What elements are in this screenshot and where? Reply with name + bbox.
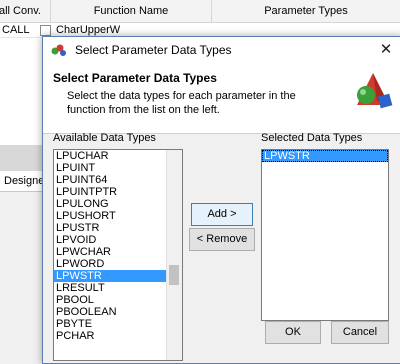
close-button[interactable]: ✕ [375,39,397,61]
list-item[interactable]: LPUINT [54,162,182,174]
list-item[interactable]: LPUINTPTR [54,186,182,198]
row-call-conv: CALL [2,24,30,36]
header-description: Select the data types for each parameter… [67,90,296,116]
list-item[interactable]: LPUINT64 [54,174,182,186]
list-item[interactable]: LPWORD [54,258,182,270]
list-item[interactable]: LPWSTR [54,270,182,282]
list-item[interactable]: PBOOL [54,294,182,306]
remove-button[interactable]: < Remove [189,228,255,251]
column-header-call-conv[interactable]: all Conv. [0,0,51,22]
grid-header: all Conv. Function Name Parameter Types [0,0,400,23]
dialog-titlebar[interactable]: Select Parameter Data Types ✕ [43,37,400,63]
column-header-function-name[interactable]: Function Name [51,0,212,22]
list-item[interactable]: LPWSTR [262,150,388,162]
list-item[interactable]: LPVOID [54,234,182,246]
molecule-icon [51,44,66,56]
list-item[interactable]: LPWCHAR [54,246,182,258]
list-item[interactable]: PBYTE [54,318,182,330]
list-item[interactable]: PCHAR [54,330,182,342]
list-item[interactable]: LRESULT [54,282,182,294]
available-types-list[interactable]: LPUCHAR LPUINT LPUINT64 LPUINTPTR LPULONG LPU… [53,149,183,361]
dialog-header: Select Parameter Data Types Select the d… [43,63,400,134]
list-item[interactable]: LPUCHAR [54,150,182,162]
row-function-name: CharUpperW [56,24,121,36]
list-item[interactable]: PBOOLEAN [54,306,182,318]
selected-types-label: Selected Data Types [261,132,363,144]
available-list-scrollbar[interactable] [166,150,182,360]
add-button[interactable]: Add > [191,203,253,226]
header-title: Select Parameter Data Types [53,71,217,85]
selected-types-list[interactable]: LPWSTR [261,149,389,321]
close-icon: ✕ [379,41,393,58]
list-item[interactable]: LPULONG [54,198,182,210]
select-parameter-data-types-dialog: Select Parameter Data Types ✕ Select Par… [42,36,400,364]
available-types-label: Available Data Types [53,132,156,144]
column-header-parameter-types[interactable]: Parameter Types [212,0,400,22]
list-item[interactable]: LPUSTR [54,222,182,234]
scrollbar-thumb[interactable] [169,265,179,285]
ok-button[interactable]: OK [265,321,321,344]
cancel-button[interactable]: Cancel [331,321,389,344]
shapes-graphic-icon [357,73,393,109]
dialog-title: Select Parameter Data Types [75,43,232,57]
list-item[interactable]: LPUSHORT [54,210,182,222]
row-checkbox[interactable] [40,25,51,36]
